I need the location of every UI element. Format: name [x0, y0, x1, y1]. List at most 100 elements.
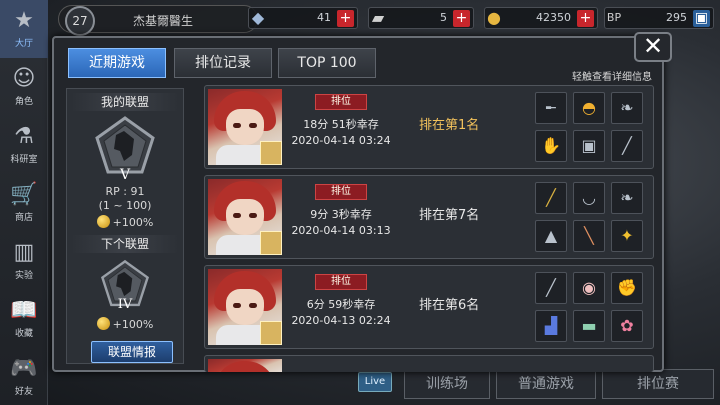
- alliance-info-button[interactable]: 联盟情报: [91, 341, 173, 363]
- sidebar-item-label: 收藏: [14, 329, 33, 339]
- sidebar-item-character[interactable]: ☺ 角色: [0, 58, 48, 116]
- next-alliance-title: 下个联盟: [71, 235, 179, 253]
- rp-value: RP : 91: [105, 185, 145, 198]
- sidebar-item-collection[interactable]: 📖 收藏: [0, 290, 48, 348]
- resource-tickets: ▰ 5 +: [368, 7, 474, 29]
- ticket-icon: ▰: [371, 8, 385, 27]
- sidebar-item-label: 大厅: [14, 39, 33, 49]
- tab-ranked-records[interactable]: 排位记录: [174, 48, 272, 78]
- cart-icon: 🛒: [10, 182, 38, 207]
- sidebar-item-lobby[interactable]: ★ 大厅: [0, 0, 48, 58]
- next-tier-numeral: IV: [117, 297, 133, 312]
- match-row-partial[interactable]: [204, 355, 654, 372]
- resource-gems: ◆ 41 +: [248, 7, 358, 29]
- tier-numeral: V: [119, 167, 131, 183]
- sidebar-item-friends[interactable]: 🎮 好友: [0, 348, 48, 405]
- boots-icon: ▟: [535, 310, 567, 342]
- resource-value: 5: [440, 11, 447, 24]
- match-history-dialog: 近期游戏 排位记录 TOP 100 轻触查看详细信息 ✕ 我的联盟 V RP :…: [52, 32, 672, 372]
- rp-range: (1 ~ 100): [98, 199, 152, 212]
- alliance-panel: 我的联盟 V RP : 91 (1 ~ 100) +100% 下个联盟 IV +…: [66, 88, 184, 364]
- feather-icon: ❧: [611, 92, 643, 124]
- bonus-value: +100%: [112, 318, 154, 331]
- sidebar-item-shop[interactable]: 🛒 商店: [0, 174, 48, 232]
- add-tickets-button[interactable]: +: [453, 10, 470, 27]
- sidebar-item-label: 科研室: [10, 155, 38, 165]
- alliance-bonus: +100%: [67, 215, 183, 229]
- gauntlet-icon: ✊: [611, 272, 643, 304]
- character-portrait: [208, 359, 282, 372]
- live-button[interactable]: Live: [358, 372, 392, 392]
- resource-bp: BP 295 ▣: [604, 7, 714, 29]
- staff-icon: ╱: [535, 182, 567, 214]
- player-profile[interactable]: 27 杰基爾醫生: [58, 5, 258, 36]
- ranked-game-button[interactable]: 排位赛: [602, 369, 714, 399]
- close-icon: ✕: [642, 32, 664, 60]
- normal-game-button[interactable]: 普通游戏: [496, 369, 596, 399]
- ranked-tag: 排位: [315, 94, 367, 110]
- character-portrait: [208, 269, 282, 345]
- coin-icon: ●: [487, 8, 501, 27]
- character-portrait: [208, 179, 282, 255]
- next-alliance-bonus: +100%: [67, 317, 183, 331]
- sidebar: ★ 大厅 ☺ 角色 ⚗ 科研室 🛒 商店 ▥ 实验 📖 收藏 🎮 好友: [0, 0, 48, 405]
- match-date: 2020-04-14 03:13: [291, 224, 391, 237]
- tab-top-100[interactable]: TOP 100: [278, 48, 376, 78]
- survival-time: 6分 59秒幸存: [306, 298, 376, 311]
- book-open-icon: 📖: [10, 298, 38, 323]
- resource-value: 41: [317, 11, 331, 24]
- match-date: 2020-04-14 03:24: [291, 134, 391, 147]
- match-date: 2020-04-13 02:24: [291, 314, 391, 327]
- gem-icon: ◆: [251, 8, 265, 27]
- match-row[interactable]: 排位 6分 59秒幸存 2020-04-13 02:24 排在第6名 ╱ ◉ ✊…: [204, 265, 654, 349]
- dialog-header: 近期游戏 排位记录 TOP 100 轻触查看详细信息: [54, 38, 662, 83]
- resource-value: 295: [666, 11, 687, 24]
- match-row[interactable]: 排位 18分 51秒幸存 2020-04-14 03:24 排在第1名 ╾ ◓ …: [204, 85, 654, 169]
- match-row[interactable]: 排位 9分 3秒幸存 2020-04-14 03:13 排在第7名 ╱ ◡ ❧ …: [204, 175, 654, 259]
- sidebar-item-lab[interactable]: ⚗ 科研室: [0, 116, 48, 174]
- leg-icon: ╲: [573, 220, 605, 252]
- resource-coins: ● 42350 +: [484, 7, 598, 29]
- ranked-tag: 排位: [315, 184, 367, 200]
- trinket-icon: ✦: [611, 220, 643, 252]
- necklace-icon: ◡: [573, 182, 605, 214]
- star-logo-icon: ★: [14, 8, 34, 33]
- books-icon: ▥: [13, 240, 35, 265]
- helmet-icon: ◓: [573, 92, 605, 124]
- tab-recent-games[interactable]: 近期游戏: [68, 48, 166, 78]
- bp-icon: BP: [606, 11, 622, 24]
- ranked-tag: 排位: [315, 274, 367, 290]
- charm-icon: ✿: [611, 310, 643, 342]
- sidebar-item-label: 角色: [14, 97, 33, 107]
- coin-icon: [96, 215, 110, 228]
- blade-icon: ╱: [611, 130, 643, 162]
- placement: 排在第1名: [419, 118, 480, 133]
- tap-hint: 轻触查看详细信息: [572, 72, 652, 83]
- sidebar-item-label: 好友: [14, 387, 33, 397]
- glove-icon: ✋: [535, 130, 567, 162]
- close-button[interactable]: ✕: [634, 32, 672, 62]
- survival-time: 18分 51秒幸存: [303, 118, 379, 131]
- my-alliance-title: 我的联盟: [71, 93, 179, 111]
- flask-icon: ⚗: [14, 124, 34, 149]
- resource-value: 42350: [536, 11, 571, 24]
- emblem-icon: [260, 141, 282, 165]
- game-screen: ★ 大厅 ☺ 角色 ⚗ 科研室 🛒 商店 ▥ 实验 📖 收藏 🎮 好友 27 杰…: [0, 0, 720, 405]
- add-gems-button[interactable]: +: [337, 10, 354, 27]
- coin-icon: [96, 317, 110, 330]
- sniper-rifle-icon: ╾: [535, 92, 567, 124]
- sidebar-item-experiment[interactable]: ▥ 实验: [0, 232, 48, 290]
- feather-icon: ❧: [611, 182, 643, 214]
- training-button[interactable]: 训练场: [404, 369, 490, 399]
- add-coins-button[interactable]: +: [577, 10, 594, 27]
- armor-icon: ▣: [573, 130, 605, 162]
- add-bp-button[interactable]: ▣: [693, 10, 710, 27]
- player-level: 27: [65, 6, 95, 36]
- spear-icon: ╱: [535, 272, 567, 304]
- top-bar: 27 杰基爾醫生 ◆ 41 + ▰ 5 + ● 42350 + BP 295 ▣: [48, 0, 720, 36]
- gamepad-icon: 🎮: [10, 356, 38, 381]
- placement: 排在第6名: [419, 298, 480, 313]
- placement: 排在第7名: [419, 208, 480, 223]
- bonus-value: +100%: [112, 216, 154, 229]
- character-portrait: [208, 89, 282, 165]
